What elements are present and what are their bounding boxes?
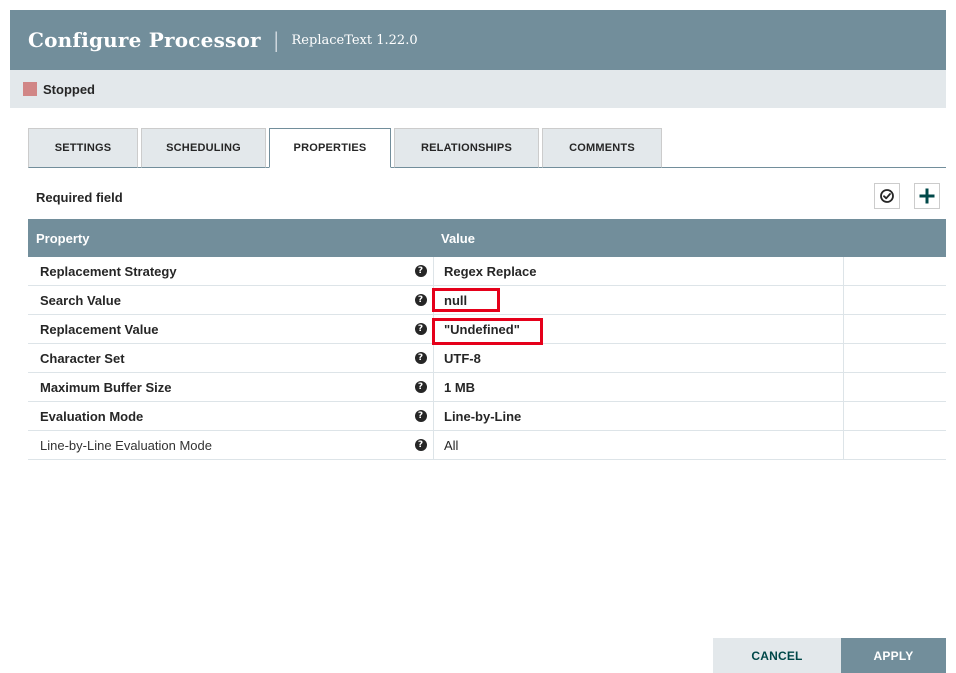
tab-scheduling[interactable]: SCHEDULING — [141, 128, 266, 168]
tab-settings[interactable]: SETTINGS — [28, 128, 138, 168]
table-row: Evaluation Mode ? Line-by-Line — [28, 402, 946, 431]
verify-properties-button[interactable] — [874, 183, 900, 209]
help-icon[interactable]: ? — [408, 323, 433, 335]
row-actions — [844, 402, 946, 430]
help-icon[interactable]: ? — [408, 352, 433, 364]
property-value[interactable]: Regex Replace — [433, 257, 844, 285]
check-circle-icon — [880, 189, 894, 203]
table-row: Maximum Buffer Size ? 1 MB — [28, 373, 946, 402]
tab-properties[interactable]: PROPERTIES — [269, 128, 391, 168]
required-field-label: Required field — [36, 190, 123, 205]
table-row: Character Set ? UTF-8 — [28, 344, 946, 373]
title-separator: | — [272, 28, 280, 52]
dialog-header: Configure Processor | ReplaceText 1.22.0 — [10, 10, 946, 70]
stopped-icon — [23, 82, 37, 96]
help-icon[interactable]: ? — [408, 294, 433, 306]
row-actions — [844, 373, 946, 401]
property-value[interactable]: UTF-8 — [433, 344, 844, 372]
property-name: Replacement Value — [40, 321, 159, 337]
help-icon[interactable]: ? — [408, 381, 433, 393]
property-name: Replacement Strategy — [40, 263, 177, 279]
tab-comments[interactable]: COMMENTS — [542, 128, 662, 168]
table-header: Property Value — [28, 219, 946, 257]
help-icon[interactable]: ? — [408, 265, 433, 277]
property-name: Line-by-Line Evaluation Mode — [40, 437, 212, 453]
row-actions — [844, 286, 946, 314]
table-row: Replacement Strategy ? Regex Replace — [28, 257, 946, 286]
property-name: Evaluation Mode — [40, 408, 144, 424]
highlight-search-value — [432, 288, 500, 312]
property-value[interactable]: 1 MB — [433, 373, 844, 401]
tab-bar: SETTINGS SCHEDULING PROPERTIES RELATIONS… — [28, 128, 665, 168]
plus-icon — [919, 188, 935, 204]
column-header-property: Property — [36, 230, 90, 246]
property-name: Search Value — [40, 292, 121, 308]
apply-button[interactable]: APPLY — [841, 638, 946, 673]
highlight-replacement-value — [432, 318, 543, 345]
processor-type: ReplaceText 1.22.0 — [291, 32, 418, 48]
help-icon[interactable]: ? — [408, 439, 433, 451]
status-label: Stopped — [43, 81, 95, 97]
property-value[interactable]: Line-by-Line — [433, 402, 844, 430]
property-name: Character Set — [40, 350, 125, 366]
add-property-button[interactable] — [914, 183, 940, 209]
column-header-value: Value — [441, 230, 475, 246]
tab-relationships[interactable]: RELATIONSHIPS — [394, 128, 539, 168]
property-value[interactable]: All — [433, 431, 844, 459]
help-icon[interactable]: ? — [408, 410, 433, 422]
property-name: Maximum Buffer Size — [40, 379, 172, 395]
row-actions — [844, 315, 946, 343]
table-row: Line-by-Line Evaluation Mode ? All — [28, 431, 946, 460]
dialog-footer: CANCEL APPLY — [713, 638, 946, 673]
dialog-title: Configure Processor — [28, 28, 261, 52]
row-actions — [844, 431, 946, 459]
row-actions — [844, 344, 946, 372]
status-bar: Stopped — [10, 70, 946, 108]
row-actions — [844, 257, 946, 285]
cancel-button[interactable]: CANCEL — [713, 638, 841, 673]
